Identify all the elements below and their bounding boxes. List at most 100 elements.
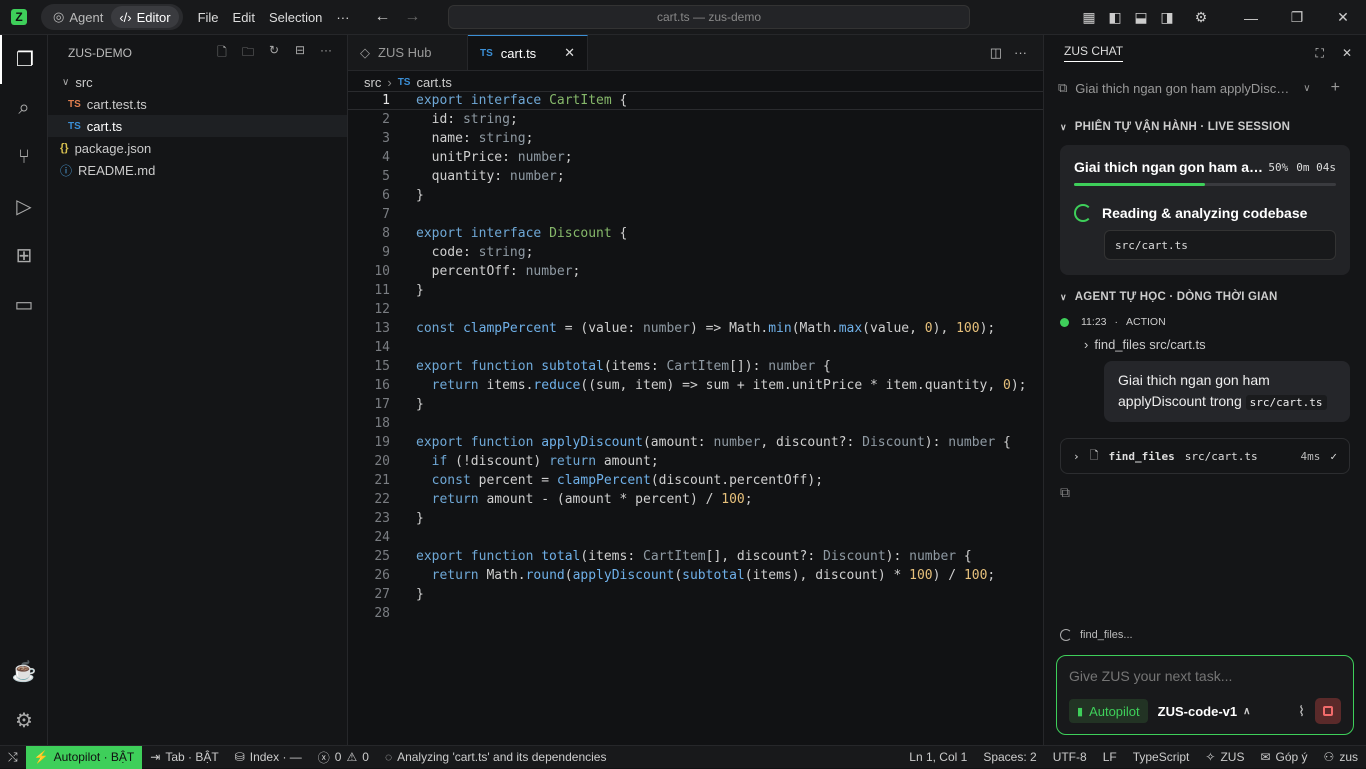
code-editor[interactable]: 1 export interface CartItem {2 id: string…: [348, 91, 1043, 623]
copy-icon[interactable]: ⧉: [1060, 484, 1366, 501]
menu-edit[interactable]: Edit: [226, 10, 262, 25]
manage-gear-icon[interactable]: ⚙: [0, 696, 48, 745]
status-problems[interactable]: ⓧ 0 ⚠ 0: [310, 746, 377, 769]
model-selector[interactable]: ZUS-code-v1 ∧: [1158, 704, 1251, 719]
tree-folder-src[interactable]: ∨ src: [48, 71, 347, 93]
close-window-icon[interactable]: ✕: [1320, 0, 1366, 35]
code-line[interactable]: 10 percentOff: number;: [348, 262, 1043, 281]
run-debug-icon[interactable]: ▷: [0, 182, 48, 231]
stop-button[interactable]: [1315, 698, 1341, 724]
menu-selection[interactable]: Selection: [262, 10, 329, 25]
tree-file-package-json[interactable]: {} package.json: [48, 137, 347, 159]
split-editor-icon[interactable]: ◫: [990, 45, 1002, 61]
status-language[interactable]: TypeScript: [1125, 746, 1198, 769]
code-line[interactable]: 15 export function subtotal(items: CartIt…: [348, 357, 1043, 376]
status-zus[interactable]: ✧ ZUS: [1197, 746, 1252, 769]
status-encoding[interactable]: UTF-8: [1045, 746, 1095, 769]
code-line[interactable]: 1 export interface CartItem {: [348, 91, 1043, 110]
status-feedback[interactable]: ✉ Góp ý: [1252, 746, 1315, 769]
mode-agent-button[interactable]: ◎ Agent: [45, 6, 111, 28]
code-line[interactable]: 7: [348, 205, 1043, 224]
editor-more-icon[interactable]: ···: [1014, 45, 1027, 60]
code-line[interactable]: 8 export interface Discount {: [348, 224, 1043, 243]
status-index[interactable]: ⛁ Index · —: [227, 746, 310, 769]
status-eol[interactable]: LF: [1095, 746, 1125, 769]
remote-explorer-icon[interactable]: ▭: [0, 280, 48, 329]
code-line[interactable]: 26 return Math.round(applyDiscount(subto…: [348, 566, 1043, 585]
new-folder-icon[interactable]: 🗀: [239, 43, 257, 64]
status-account[interactable]: ⚇ zus: [1316, 746, 1366, 769]
code-line[interactable]: 18: [348, 414, 1043, 433]
code-line[interactable]: 14: [348, 338, 1043, 357]
code-line[interactable]: 13 const clampPercent = (value: number) =…: [348, 319, 1043, 338]
code-line[interactable]: 27}: [348, 585, 1043, 604]
feedback-icon: ✉: [1260, 750, 1271, 764]
tree-file-cart-test[interactable]: TS cart.test.ts: [48, 93, 347, 115]
forward-arrow-icon[interactable]: →: [404, 8, 420, 26]
maximize-icon[interactable]: ⛶: [1316, 46, 1324, 61]
new-chat-icon[interactable]: +: [1331, 79, 1340, 97]
code-line[interactable]: 6}: [348, 186, 1043, 205]
session-file-chip[interactable]: src/cart.ts: [1104, 230, 1336, 260]
menu-more[interactable]: ···: [329, 10, 356, 25]
collapse-all-icon[interactable]: ⊟: [291, 43, 309, 64]
source-control-icon[interactable]: ⑂: [0, 133, 48, 182]
code-line[interactable]: 23}: [348, 509, 1043, 528]
tab-zus-hub[interactable]: ◇ ZUS Hub: [348, 35, 468, 70]
breadcrumb-src[interactable]: src: [364, 75, 381, 90]
layout-grid-icon[interactable]: ▦: [1076, 0, 1102, 35]
remote-indicator[interactable]: ⤭: [0, 746, 26, 769]
toggle-secondary-sidebar-icon[interactable]: ◨: [1154, 0, 1180, 35]
close-chat-icon[interactable]: ✕: [1342, 46, 1352, 61]
code-line[interactable]: 9 code: string;: [348, 243, 1043, 262]
minimize-icon[interactable]: —: [1228, 0, 1274, 35]
code-line[interactable]: 12: [348, 300, 1043, 319]
code-line[interactable]: 28: [348, 604, 1043, 623]
back-arrow-icon[interactable]: ←: [374, 8, 390, 26]
status-autopilot[interactable]: ⚡ Autopilot · BẬT: [25, 745, 143, 769]
code-line[interactable]: 19 export function applyDiscount(amount: …: [348, 433, 1043, 452]
code-line[interactable]: 3 name: string;: [348, 129, 1043, 148]
code-line[interactable]: 2 id: string;: [348, 110, 1043, 129]
more-actions-icon[interactable]: ···: [317, 43, 335, 64]
code-line[interactable]: 11}: [348, 281, 1043, 300]
chat-history-selector[interactable]: ⧉ Giai thich ngan gon ham applyDiscou...…: [1044, 71, 1366, 105]
close-tab-icon[interactable]: ✕: [564, 45, 575, 61]
code-line[interactable]: 20 if (!discount) return amount;: [348, 452, 1043, 471]
mode-editor-button[interactable]: ‹/› Editor: [111, 6, 179, 28]
session-section-header[interactable]: ∨ PHIÊN TỰ VẬN HÀNH · LIVE SESSION: [1044, 113, 1366, 141]
timeline-section-header[interactable]: ∨ AGENT TỰ HỌC · DÒNG THỜI GIAN: [1044, 283, 1366, 311]
refresh-icon[interactable]: ↻: [265, 43, 283, 64]
code-line[interactable]: 4 unitPrice: number;: [348, 148, 1043, 167]
toggle-sidebar-icon[interactable]: ◧: [1102, 0, 1128, 35]
code-line[interactable]: 5 quantity: number;: [348, 167, 1043, 186]
extensions-icon[interactable]: ⊞: [0, 231, 48, 280]
new-file-icon[interactable]: 🗋: [213, 43, 231, 64]
breadcrumb-file[interactable]: cart.ts: [416, 75, 451, 90]
tree-file-readme[interactable]: ⓘ README.md: [48, 159, 347, 181]
toggle-panel-icon[interactable]: ⬓: [1128, 0, 1154, 35]
menu-file[interactable]: File: [191, 10, 226, 25]
code-line[interactable]: 17}: [348, 395, 1043, 414]
task-input[interactable]: [1069, 668, 1339, 684]
search-icon[interactable]: ⌕: [0, 84, 48, 133]
settings-icon[interactable]: ⚙: [1188, 0, 1214, 35]
code-line[interactable]: 24: [348, 528, 1043, 547]
tab-cart-ts[interactable]: TS cart.ts ✕: [468, 35, 588, 70]
autopilot-toggle[interactable]: ▮ Autopilot: [1069, 699, 1148, 723]
timeline-action[interactable]: › find_files src/cart.ts: [1044, 333, 1366, 355]
code-line[interactable]: 16 return items.reduce((sum, item) => su…: [348, 376, 1043, 395]
tool-call-card[interactable]: › 🗋 find_files src/cart.ts 4ms ✓: [1060, 438, 1350, 474]
command-center[interactable]: cart.ts — zus-demo: [448, 5, 970, 29]
code-line[interactable]: 25 export function total(items: CartItem[…: [348, 547, 1043, 566]
status-tab[interactable]: ⇥ Tab · BẬT: [142, 746, 226, 769]
coffee-icon[interactable]: ☕: [0, 647, 48, 696]
paperclip-icon[interactable]: ⌇: [1298, 703, 1305, 720]
status-indentation[interactable]: Spaces: 2: [975, 746, 1044, 769]
code-line[interactable]: 22 return amount - (amount * percent) / …: [348, 490, 1043, 509]
explorer-icon[interactable]: ❐: [0, 35, 48, 84]
status-cursor-position[interactable]: Ln 1, Col 1: [901, 746, 975, 769]
tree-file-cart[interactable]: TS cart.ts: [48, 115, 347, 137]
restore-icon[interactable]: ❐: [1274, 0, 1320, 35]
code-line[interactable]: 21 const percent = clampPercent(discount…: [348, 471, 1043, 490]
